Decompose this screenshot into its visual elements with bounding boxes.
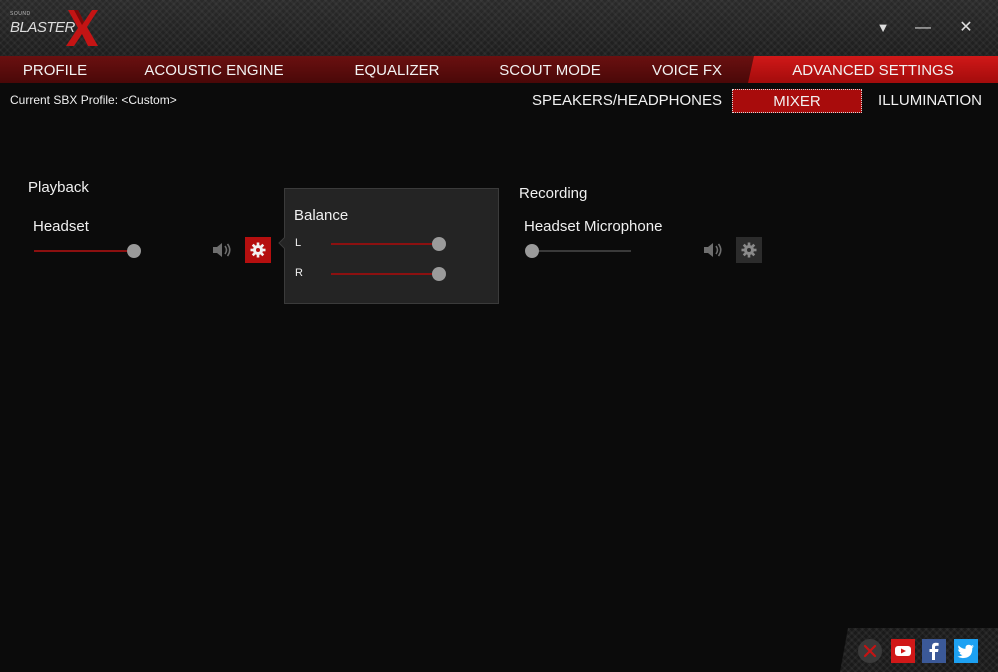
subtab-illumination[interactable]: ILLUMINATION bbox=[868, 89, 992, 113]
balance-right-knob[interactable] bbox=[432, 267, 446, 281]
balance-right-fill bbox=[331, 273, 439, 275]
current-profile-label: Current SBX Profile: <Custom> bbox=[10, 93, 177, 107]
subtab-mixer[interactable]: MIXER bbox=[732, 89, 862, 113]
recording-volume-knob[interactable] bbox=[525, 244, 539, 258]
footer-bar bbox=[840, 628, 998, 672]
balance-left-knob[interactable] bbox=[432, 237, 446, 251]
facebook-link[interactable] bbox=[922, 639, 946, 663]
main-tabs: PROFILE ACOUSTIC ENGINE EQUALIZER SCOUT … bbox=[0, 56, 998, 83]
youtube-icon bbox=[895, 646, 911, 656]
tab-scout-mode[interactable]: SCOUT MODE bbox=[480, 56, 620, 83]
recording-volume-slider[interactable] bbox=[525, 244, 631, 258]
playback-settings-button[interactable] bbox=[245, 237, 271, 263]
app-logo: SOUND BLASTER bbox=[8, 8, 100, 48]
balance-title: Balance bbox=[294, 207, 349, 224]
tab-advanced-settings[interactable]: ADVANCED SETTINGS bbox=[748, 56, 998, 83]
tab-acoustic-engine[interactable]: ACOUSTIC ENGINE bbox=[120, 56, 308, 83]
gear-icon bbox=[741, 242, 757, 258]
twitter-link[interactable] bbox=[954, 639, 978, 663]
speaker-icon bbox=[704, 243, 722, 257]
tab-profile[interactable]: PROFILE bbox=[0, 56, 110, 83]
logo-small-text: SOUND bbox=[10, 11, 31, 17]
subtab-speakers-headphones[interactable]: SPEAKERS/HEADPHONES bbox=[530, 89, 724, 113]
content-area: Current SBX Profile: <Custom> SPEAKERS/H… bbox=[0, 83, 998, 672]
balance-left-slider[interactable] bbox=[331, 237, 446, 251]
gear-icon bbox=[250, 242, 266, 258]
tab-equalizer[interactable]: EQUALIZER bbox=[330, 56, 464, 83]
balance-popup-pointer bbox=[278, 237, 290, 249]
recording-settings-button[interactable] bbox=[736, 237, 762, 263]
speaker-icon bbox=[213, 243, 231, 257]
playback-device-name: Headset bbox=[33, 218, 89, 235]
recording-heading: Recording bbox=[519, 185, 588, 202]
balance-popup: Balance L R bbox=[278, 188, 499, 304]
close-button[interactable]: ✕ bbox=[954, 16, 978, 40]
facebook-icon bbox=[929, 642, 939, 660]
recording-mute-button[interactable] bbox=[700, 237, 726, 263]
minimize-button[interactable]: — bbox=[911, 16, 935, 40]
playback-volume-fill bbox=[34, 250, 134, 252]
youtube-link[interactable] bbox=[891, 639, 915, 663]
balance-left-fill bbox=[331, 243, 439, 245]
twitter-icon bbox=[957, 644, 974, 658]
mute-icon bbox=[863, 644, 877, 658]
balance-right-slider[interactable] bbox=[331, 267, 446, 281]
recording-device-name: Headset Microphone bbox=[524, 218, 663, 235]
playback-volume-slider[interactable] bbox=[34, 244, 141, 258]
tab-voice-fx[interactable]: VOICE FX bbox=[636, 56, 738, 83]
playback-volume-knob[interactable] bbox=[127, 244, 141, 258]
title-bar: SOUND BLASTER ▼ — ✕ bbox=[0, 0, 998, 58]
playback-mute-button[interactable] bbox=[209, 237, 235, 263]
balance-left-label: L bbox=[295, 237, 302, 249]
mute-all-button[interactable] bbox=[858, 639, 882, 663]
menu-dropdown-button[interactable]: ▼ bbox=[871, 16, 895, 40]
balance-right-label: R bbox=[295, 267, 303, 279]
logo-x-icon bbox=[66, 10, 98, 46]
playback-heading: Playback bbox=[28, 179, 89, 196]
